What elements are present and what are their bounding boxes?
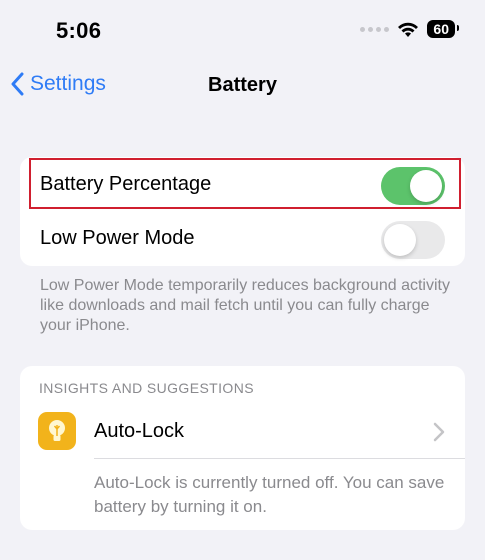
auto-lock-label: Auto-Lock [94,420,185,442]
low-power-mode-footnote: Low Power Mode temporarily reduces backg… [40,277,450,334]
battery-percentage-label: Battery Percentage [40,172,212,195]
low-power-mode-label: Low Power Mode [40,226,195,249]
status-icons: 60 [360,20,459,38]
row-divider [94,458,465,459]
battery-settings-group: Battery Percentage Low Power Mode [20,157,465,266]
battery-indicator: 60 [427,20,459,38]
status-time: 5:06 [56,18,102,43]
toggle-knob [384,224,416,256]
low-power-mode-toggle[interactable] [381,221,445,259]
battery-percentage-toggle[interactable] [381,167,445,205]
auto-lock-description: Auto-Lock is currently turned off. You c… [94,473,445,516]
auto-lock-row[interactable]: Auto-Lock [20,410,465,460]
chevron-right-icon [433,422,445,442]
lightbulb-icon [38,412,76,450]
battery-percentage-row: Battery Percentage [20,157,465,211]
cellular-signal-icon [360,26,390,32]
wifi-icon [398,22,419,37]
toggle-knob [410,170,442,202]
insights-group: INSIGHTS AND SUGGESTIONS Auto-Lock Auto-… [20,366,465,530]
low-power-mode-row: Low Power Mode [20,211,465,265]
battery-level: 60 [433,21,449,37]
page-title: Battery [208,74,277,96]
section-header: INSIGHTS AND SUGGESTIONS [39,380,254,396]
